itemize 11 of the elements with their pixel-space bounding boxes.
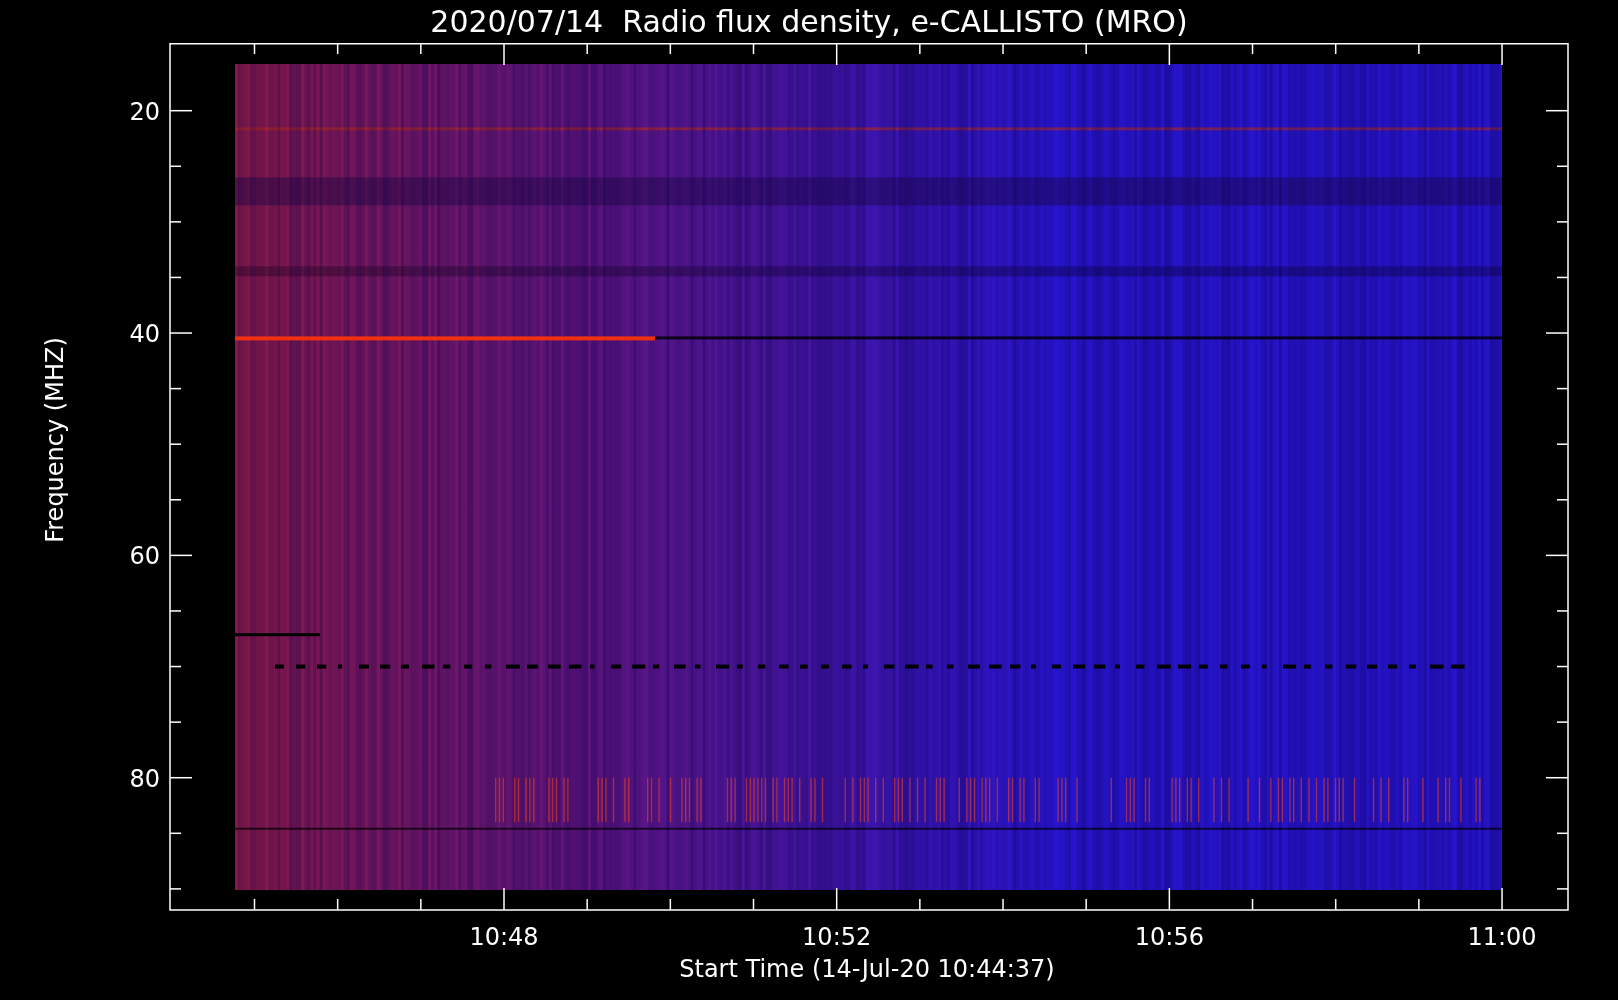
y-axis-label: Frequency (MHZ) (41, 337, 69, 543)
y-tick-label: 40 (129, 320, 160, 349)
x-axis-label: Start Time (14-Jul-20 10:44:37) (679, 955, 1055, 983)
x-tick-label: 10:48 (469, 923, 539, 951)
x-tick-label: 10:56 (1134, 923, 1204, 951)
y-tick-label: 60 (129, 542, 160, 571)
y-tick-label: 20 (129, 97, 160, 126)
chart-title: 2020/07/14 Radio flux density, e-CALLISTO (MRO) (430, 4, 1188, 39)
x-tick-label: 10:52 (802, 923, 872, 951)
x-tick-label: 11:00 (1467, 923, 1537, 951)
y-tick-label: 80 (129, 764, 160, 793)
